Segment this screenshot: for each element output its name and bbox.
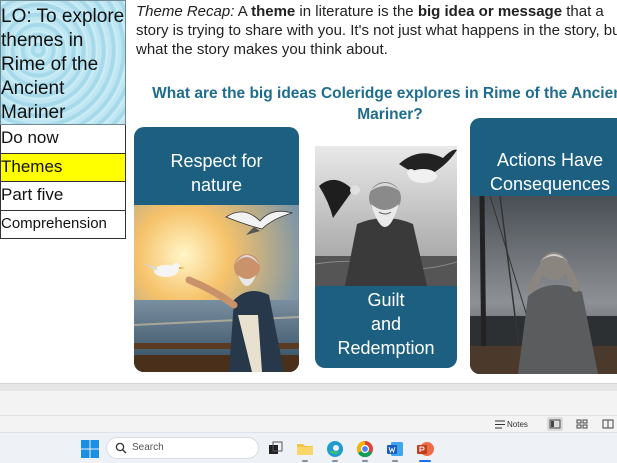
reading-view-icon	[602, 419, 614, 429]
edge-icon	[327, 441, 343, 457]
recap-text-3: that a	[562, 3, 604, 20]
card-title: Guilt and Redemption	[337, 290, 435, 358]
slide-sorter-icon	[576, 419, 588, 429]
search-placeholder: Search	[132, 442, 164, 453]
chrome-running-indicator	[362, 460, 368, 462]
distressed-sailor-image	[470, 196, 617, 374]
horizontal-scrollbar[interactable]	[0, 383, 617, 391]
file-explorer-button[interactable]	[295, 439, 315, 459]
status-bar: Notes	[0, 415, 617, 432]
mariner-with-birds-bw-image	[315, 146, 457, 286]
card-title: Respect for nature	[170, 151, 263, 195]
nav-item-part-five[interactable]: Part five	[0, 182, 126, 211]
recap-text-2: in literature is the	[295, 3, 418, 20]
normal-view-icon	[549, 419, 561, 429]
notes-label: Notes	[507, 420, 528, 429]
start-button[interactable]	[80, 439, 100, 459]
recap-bold-idea: big idea or message	[417, 3, 563, 20]
mariner-with-albatross-image	[134, 205, 299, 372]
normal-view-button[interactable]	[547, 417, 563, 431]
recap-text-1: A	[234, 3, 252, 20]
reading-view-button[interactable]	[600, 417, 616, 431]
file-explorer-running-indicator	[302, 460, 308, 462]
chrome-icon	[356, 440, 373, 458]
powerpoint-icon	[417, 442, 434, 456]
taskbar-search-box[interactable]: Search	[106, 437, 259, 459]
powerpoint-active-indicator	[419, 460, 431, 462]
learning-objective-text: LO: To explore themes in Rime of the Anc…	[1, 6, 125, 123]
recap-line-2: story is trying to share with you. It's …	[136, 22, 617, 39]
word-running-indicator	[392, 460, 398, 462]
powerpoint-button[interactable]	[415, 439, 435, 459]
taskbar: Search	[0, 432, 617, 463]
card-title: Actions Have Consequences	[489, 150, 611, 194]
chrome-button[interactable]	[355, 439, 375, 459]
search-icon	[115, 442, 127, 454]
theme-card-actions-have-consequences[interactable]: Actions Have Consequences	[470, 118, 617, 374]
recap-bold-theme: theme	[251, 3, 296, 20]
recap-lead: Theme Recap:	[136, 3, 235, 20]
windows-logo-icon	[81, 440, 99, 458]
nav-item-do-now[interactable]: Do now	[0, 125, 126, 154]
learning-objective-box: LO: To explore themes in Rime of the Anc…	[0, 0, 126, 125]
nav-item-comprehension[interactable]: Comprehension	[0, 210, 126, 239]
task-view-button[interactable]	[265, 439, 285, 459]
lesson-nav: Do now Themes Part five Comprehension	[0, 125, 126, 239]
edge-button[interactable]	[325, 439, 345, 459]
notes-icon	[495, 420, 505, 429]
edge-running-indicator	[332, 460, 338, 462]
notes-button[interactable]: Notes	[495, 417, 528, 432]
theme-recap: Theme Recap: A theme in literature is th…	[136, 2, 617, 59]
slide-sorter-button[interactable]	[574, 417, 590, 431]
nav-item-themes[interactable]: Themes	[0, 153, 126, 182]
slide-canvas[interactable]: LO: To explore themes in Rime of the Anc…	[0, 0, 617, 383]
folder-icon	[297, 444, 313, 455]
task-view-icon	[269, 441, 283, 454]
word-button[interactable]	[385, 439, 405, 459]
word-icon	[387, 442, 403, 456]
theme-card-respect-for-nature[interactable]: Respect for nature	[134, 127, 299, 372]
theme-card-guilt-and-redemption[interactable]: Guilt and Redemption	[315, 146, 457, 368]
recap-line-3: what the story makes you think about.	[136, 41, 388, 58]
